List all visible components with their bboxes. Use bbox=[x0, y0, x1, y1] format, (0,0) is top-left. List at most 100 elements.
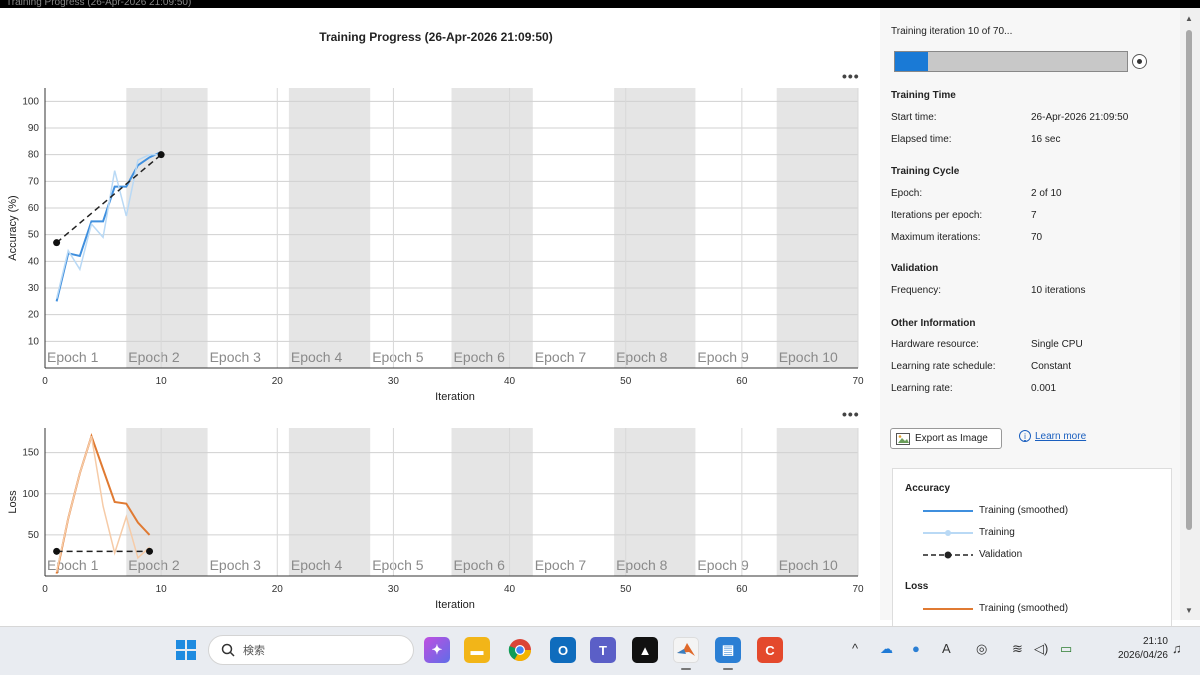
iterations-per-epoch-label: Iterations per epoch: bbox=[891, 210, 983, 221]
loss-epoch-label: Epoch 9 bbox=[697, 557, 749, 573]
learn-more-link[interactable]: i Learn more bbox=[1019, 430, 1086, 442]
loss-ytick-label: 100 bbox=[22, 489, 39, 500]
image-export-icon bbox=[896, 432, 910, 445]
scroll-up-arrow-icon[interactable]: ▲ bbox=[1185, 14, 1193, 23]
app-c-icon[interactable]: C bbox=[757, 637, 783, 663]
notification-bell-icon[interactable]: ♫ bbox=[1172, 641, 1182, 656]
loss-y-axis-label: Loss bbox=[7, 490, 19, 514]
microphone-icon[interactable]: ● bbox=[912, 641, 920, 656]
stop-training-button[interactable] bbox=[1132, 54, 1147, 69]
input-method-icon[interactable]: A bbox=[942, 641, 951, 656]
loss-epoch-band bbox=[126, 428, 208, 576]
accuracy-ytick-label: 30 bbox=[28, 283, 40, 294]
search-icon bbox=[221, 643, 235, 657]
capcut-icon[interactable]: ▲ bbox=[632, 637, 658, 663]
progress-status: Training iteration 10 of 70... bbox=[891, 26, 1013, 37]
legend-line-light-blue-icon bbox=[923, 529, 973, 536]
start-time-label: Start time: bbox=[891, 112, 937, 123]
chevron-up-icon[interactable]: ^ bbox=[852, 641, 858, 656]
loss-epoch-band bbox=[776, 428, 858, 576]
legend-label: Validation bbox=[979, 549, 1023, 560]
outlook-icon[interactable]: O bbox=[550, 637, 576, 663]
task-manager-icon[interactable]: ▤ bbox=[715, 637, 741, 663]
accuracy-epoch-label: Epoch 10 bbox=[779, 349, 838, 365]
legend-item-accuracy-training: Training bbox=[923, 527, 1015, 538]
file-explorer-icon[interactable]: ▬ bbox=[464, 637, 490, 663]
elapsed-time-label: Elapsed time: bbox=[891, 134, 952, 145]
vertical-scrollbar[interactable]: ▲ ▼ bbox=[1180, 8, 1200, 620]
accuracy-ytick-label: 10 bbox=[28, 336, 40, 347]
legend-label: Training (smoothed) bbox=[979, 603, 1069, 614]
accuracy-epoch-band bbox=[776, 88, 858, 368]
focus-icon[interactable]: ◎ bbox=[976, 641, 987, 657]
accuracy-chart: Epoch 1 Epoch 2 Epoch 3 Epoch 4 Epoch 5 Epoch… bbox=[7, 88, 864, 611]
search-placeholder: 検索 bbox=[243, 645, 265, 657]
loss-epoch-label: Epoch 8 bbox=[616, 557, 668, 573]
teams-icon[interactable]: T bbox=[590, 637, 616, 663]
scroll-down-arrow-icon[interactable]: ▼ bbox=[1185, 606, 1193, 615]
onedrive-icon[interactable]: ☁ bbox=[880, 641, 893, 657]
legend-line-orange-icon bbox=[923, 607, 973, 610]
info-panel: Training iteration 10 of 70... Training … bbox=[880, 8, 1180, 628]
loss-xtick-label: 70 bbox=[852, 584, 864, 595]
accuracy-xtick-label: 50 bbox=[620, 376, 632, 387]
legend-line-blue-icon bbox=[923, 509, 973, 512]
taskbar-clock[interactable]: 21:10 2026/04/26 bbox=[1106, 635, 1168, 663]
accuracy-epoch-label: Epoch 2 bbox=[128, 349, 180, 365]
taskbar-search-box[interactable]: 検索 bbox=[208, 635, 414, 665]
accuracy-epoch-band bbox=[126, 88, 208, 368]
legend-item-loss-smoothed: Training (smoothed) bbox=[923, 603, 1068, 614]
accuracy-epoch-band bbox=[614, 88, 696, 368]
info-icon: i bbox=[1019, 430, 1031, 442]
start-time-value: 26-Apr-2026 21:09:50 bbox=[1031, 112, 1129, 123]
legend-label: Training bbox=[979, 527, 1015, 538]
copilot-icon[interactable]: ✦ bbox=[424, 637, 450, 663]
loss-xtick-label: 20 bbox=[272, 584, 284, 595]
accuracy-ytick-label: 60 bbox=[28, 203, 40, 214]
legend-dashed-line-icon bbox=[923, 551, 973, 558]
loss-xtick-label: 60 bbox=[736, 584, 748, 595]
battery-icon[interactable]: ▭ bbox=[1060, 641, 1072, 657]
loss-series-validation-point bbox=[53, 547, 61, 555]
legend-loss-title: Loss bbox=[905, 581, 929, 592]
loss-epoch-label: Epoch 7 bbox=[535, 557, 587, 573]
legend-label: Training (smoothed) bbox=[979, 505, 1069, 516]
epoch-value: 2 of 10 bbox=[1031, 188, 1062, 199]
loss-epoch-label: Epoch 6 bbox=[454, 557, 506, 573]
accuracy-epoch-label: Epoch 4 bbox=[291, 349, 343, 365]
wifi-icon[interactable]: ≋ bbox=[1012, 641, 1023, 657]
loss-xtick-label: 50 bbox=[620, 584, 632, 595]
loss-epoch-band bbox=[614, 428, 696, 576]
export-as-image-label: Export as Image bbox=[915, 433, 988, 444]
accuracy-epoch-label: Epoch 3 bbox=[210, 349, 262, 365]
loss-epoch-label: Epoch 1 bbox=[47, 557, 99, 573]
accuracy-epoch-label: Epoch 7 bbox=[535, 349, 587, 365]
loss-x-axis-label: Iteration bbox=[435, 599, 475, 611]
windows-start-icon[interactable] bbox=[173, 637, 199, 663]
learning-rate-label: Learning rate: bbox=[891, 383, 953, 394]
clock-date: 2026/04/26 bbox=[1117, 650, 1168, 661]
section-validation: Validation bbox=[891, 263, 939, 274]
learn-more-label: Learn more bbox=[1035, 430, 1087, 442]
volume-icon[interactable]: ◁) bbox=[1034, 641, 1048, 657]
window-title: Training Progress (26-Apr-2026 21:09:50) bbox=[6, 0, 192, 8]
taskbar: 検索 ✦ ▬ O T ▲ ▤ C ^ ☁ ● A ◎ ≋ ◁) ▭ 21:10 … bbox=[0, 626, 1200, 675]
matlab-icon[interactable] bbox=[673, 637, 699, 663]
loss-epoch-label: Epoch 3 bbox=[210, 557, 262, 573]
loss-epoch-label: Epoch 5 bbox=[372, 557, 424, 573]
chrome-icon[interactable] bbox=[507, 637, 533, 663]
progress-fill bbox=[895, 52, 929, 71]
scrollbar-thumb[interactable] bbox=[1186, 30, 1192, 530]
active-app-indicator bbox=[681, 668, 691, 670]
accuracy-epoch-band bbox=[451, 88, 533, 368]
accuracy-epoch-label: Epoch 8 bbox=[616, 349, 668, 365]
lr-schedule-label: Learning rate schedule: bbox=[891, 361, 996, 372]
loss-epoch-label: Epoch 4 bbox=[291, 557, 343, 573]
progress-bar bbox=[894, 51, 1128, 72]
accuracy-xtick-label: 30 bbox=[388, 376, 400, 387]
accuracy-xtick-label: 10 bbox=[156, 376, 168, 387]
max-iterations-value: 70 bbox=[1031, 232, 1043, 243]
export-as-image-button[interactable]: Export as Image bbox=[890, 428, 1002, 449]
legend-accuracy-title: Accuracy bbox=[905, 483, 951, 494]
loss-epoch-band bbox=[288, 428, 371, 576]
